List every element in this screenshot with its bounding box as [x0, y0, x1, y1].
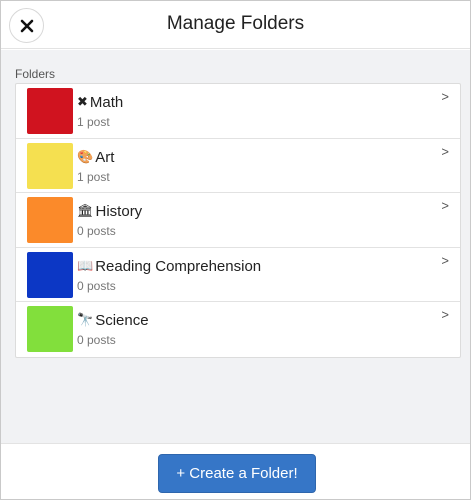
folder-row-history[interactable]: 🏛 History 0 posts >	[16, 193, 460, 248]
folder-post-count: 1 post	[77, 169, 110, 184]
chevron-right-icon: >	[441, 143, 449, 159]
open-book-icon: 📖	[77, 258, 94, 274]
palette-icon: 🎨	[77, 149, 94, 165]
folder-color-swatch	[27, 251, 73, 298]
folder-name: Reading Comprehension	[95, 257, 262, 275]
folder-name-line: 🏛 History	[77, 203, 142, 220]
create-folder-button[interactable]: + Create a Folder!	[158, 454, 316, 493]
folder-color-swatch	[27, 142, 73, 189]
folder-name-line: 🎨 Art	[77, 149, 114, 166]
classical-building-icon: 🏛	[77, 204, 94, 219]
folder-color-swatch	[27, 88, 73, 134]
folder-name-line: ✖ Math	[77, 94, 123, 111]
chevron-right-icon: >	[441, 198, 449, 213]
chevron-right-icon: >	[441, 89, 449, 104]
folder-name: Science	[95, 312, 149, 329]
modal-header: Manage Folders	[1, 1, 470, 49]
folder-post-count: 1 post	[77, 115, 110, 129]
folder-name: Math	[89, 94, 124, 111]
telescope-icon: 🔭	[77, 313, 94, 328]
folder-name-line: 🔭 Science	[77, 312, 149, 329]
modal-footer: + Create a Folder!	[1, 443, 470, 499]
folder-color-swatch	[27, 306, 73, 352]
chevron-right-icon: >	[441, 307, 449, 322]
folder-name: History	[95, 203, 143, 220]
folder-list: ✖ Math 1 post > 🎨 Art 1 post > 🏛 History 0 …	[15, 83, 461, 358]
manage-folders-modal: Manage Folders Folders ✖ Math 1 post > 🎨 A…	[0, 0, 471, 500]
folder-row-science[interactable]: 🔭 Science 0 posts >	[16, 302, 460, 357]
folder-row-reading-comprehension[interactable]: 📖 Reading Comprehension 0 posts >	[16, 248, 460, 302]
folder-row-art[interactable]: 🎨 Art 1 post >	[16, 139, 460, 193]
section-label: Folders	[15, 67, 56, 81]
folder-row-math[interactable]: ✖ Math 1 post >	[16, 84, 460, 139]
folder-post-count: 0 posts	[77, 333, 116, 347]
chevron-right-icon: >	[441, 252, 449, 268]
folder-name: Art	[95, 148, 115, 166]
modal-body: Folders ✖ Math 1 post > 🎨 Art 1 post > 🏛…	[1, 50, 470, 443]
folder-color-swatch	[27, 197, 73, 243]
multiply-icon: ✖	[77, 95, 88, 110]
folder-post-count: 0 posts	[77, 278, 116, 293]
page-title: Manage Folders	[166, 13, 305, 34]
folder-name-line: 📖 Reading Comprehension	[77, 258, 261, 275]
folder-post-count: 0 posts	[77, 224, 116, 238]
